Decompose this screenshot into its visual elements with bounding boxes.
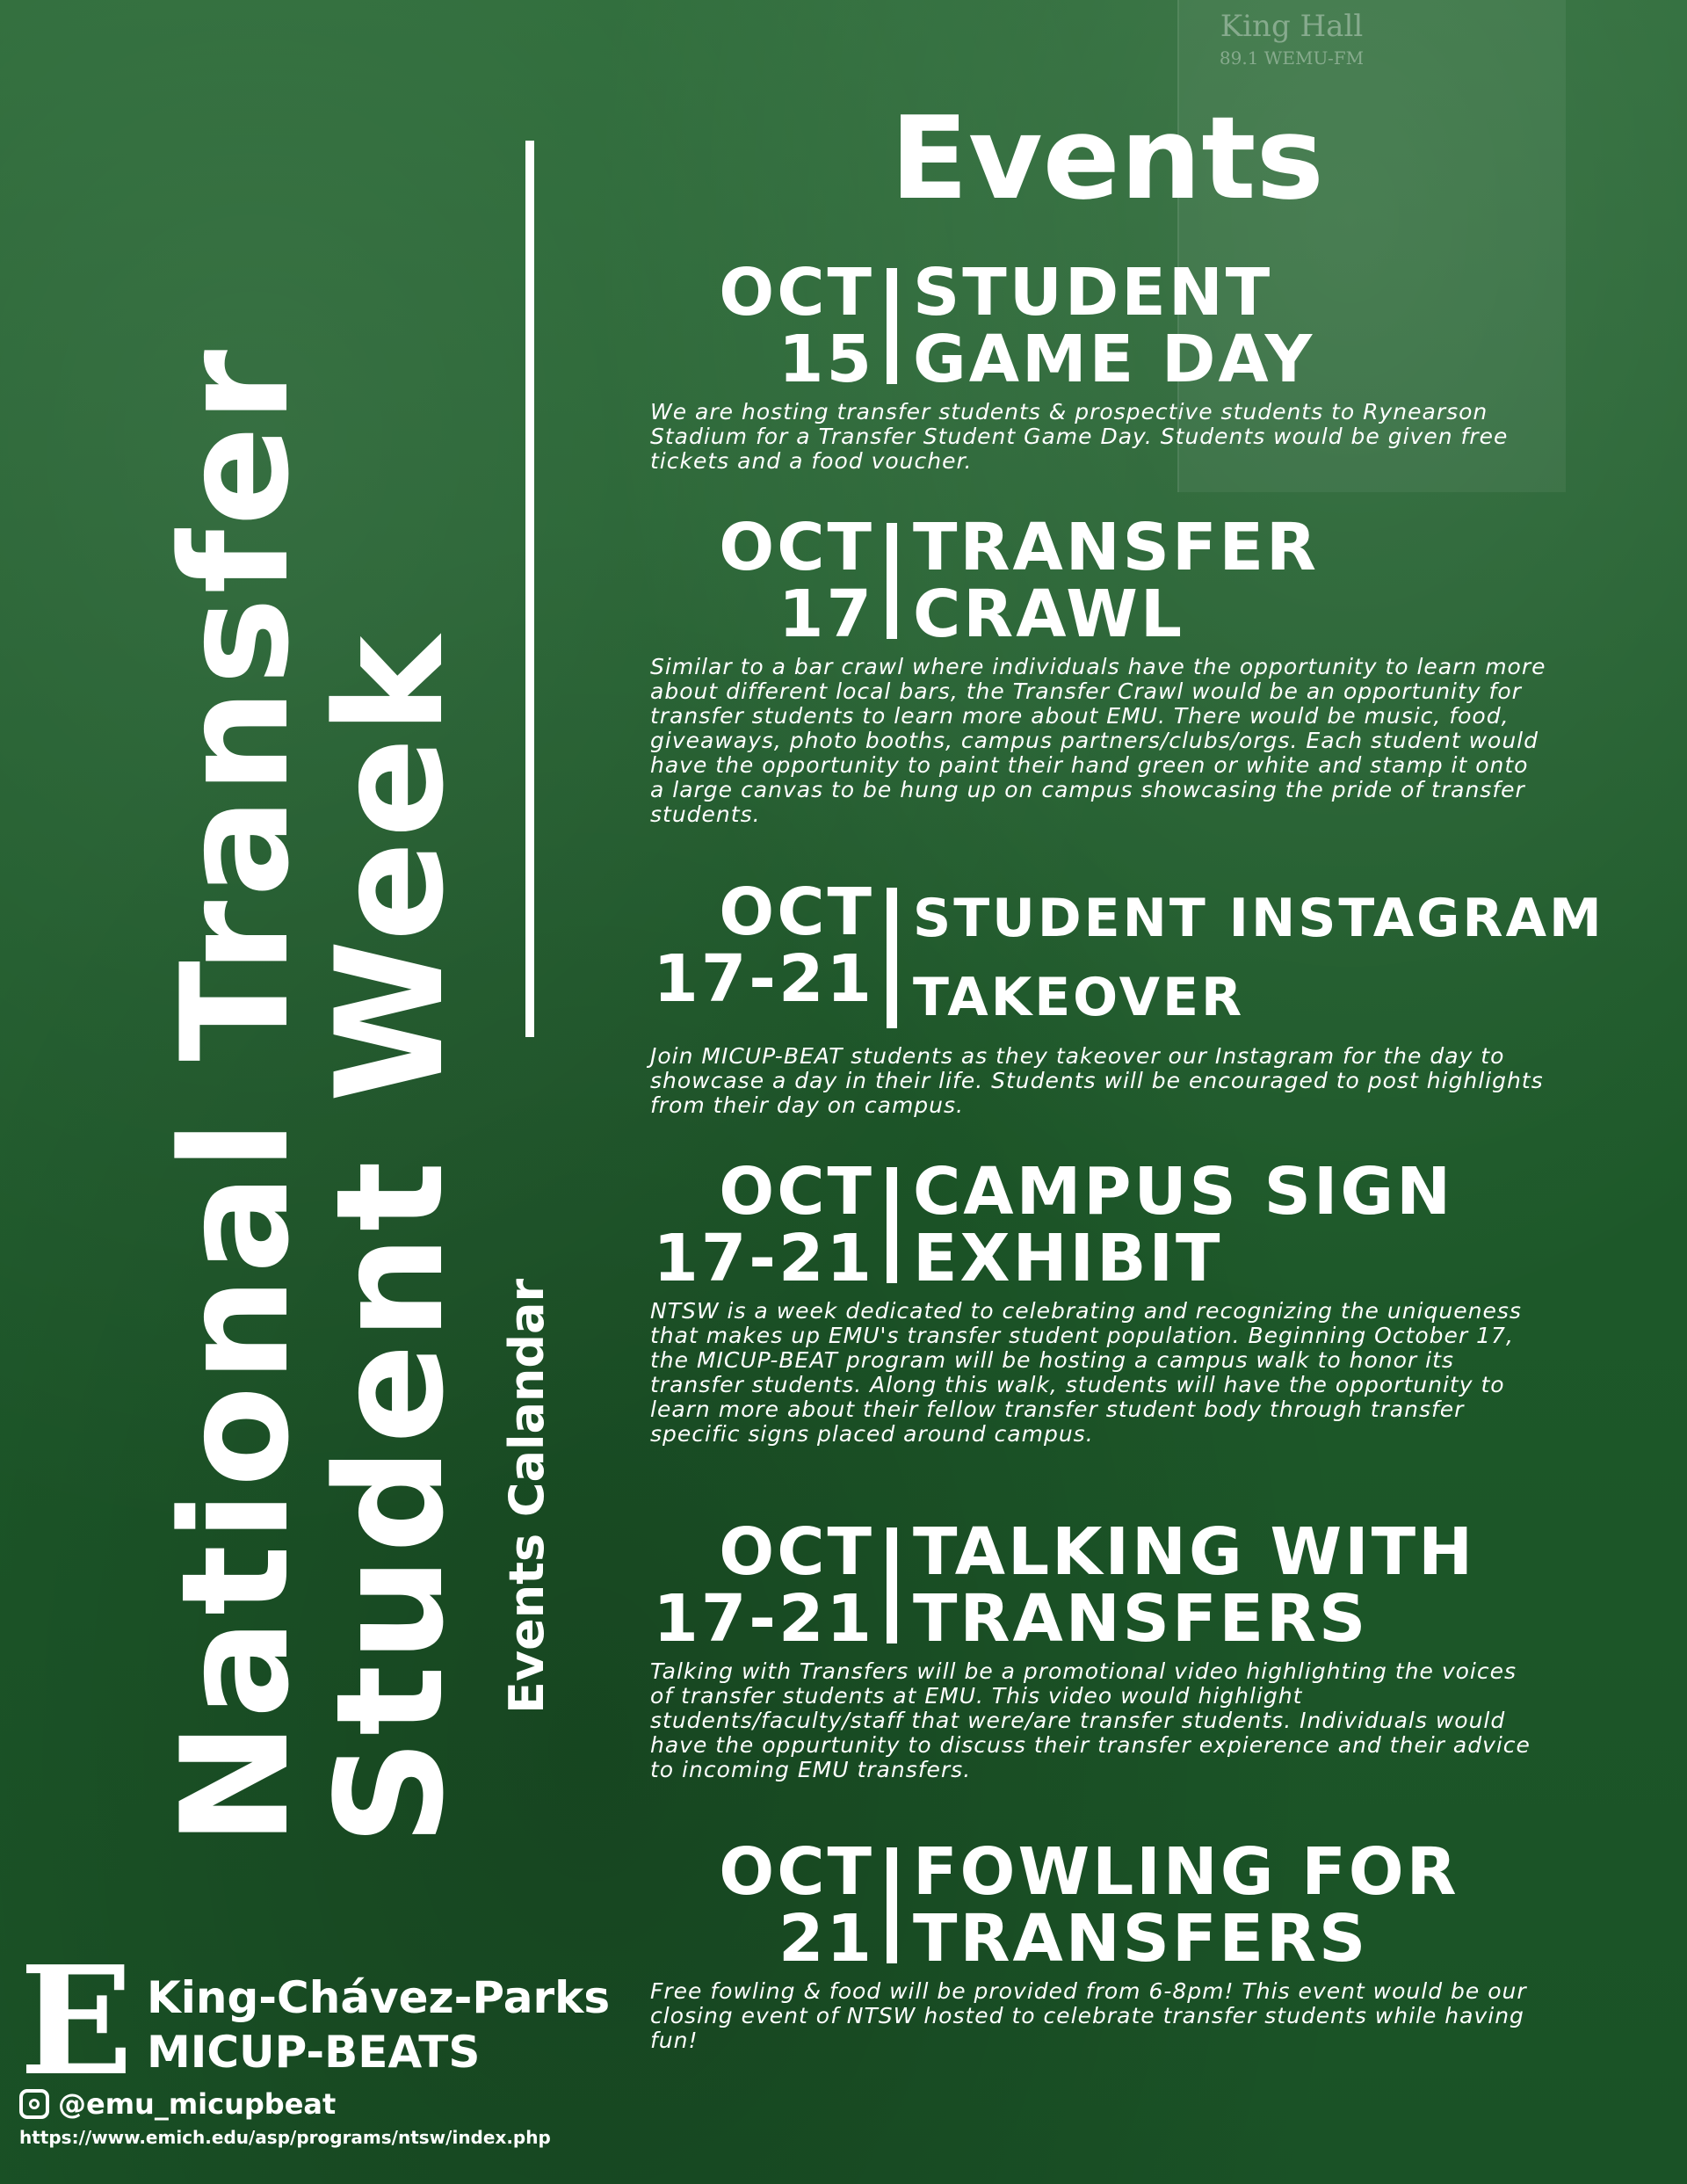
event-title: CAMPUS SIGN EXHIBIT — [897, 1158, 1453, 1292]
title-line-1: National Transfer — [149, 345, 322, 1846]
events-heading: Events — [890, 91, 1324, 225]
event-description: Talking with Transfers will be a promoti… — [650, 1658, 1531, 1782]
event-title-line-1: TRANSFER — [913, 510, 1320, 585]
instagram-link[interactable]: @emu_micupbeat — [19, 2087, 336, 2121]
sign-line-2: 89.1 WEMU-FM — [1219, 47, 1365, 69]
title-line-2: Student Week — [304, 632, 476, 1846]
event-title-line-2: EXHIBIT — [913, 1221, 1223, 1296]
event-day: 17-21 — [653, 1221, 874, 1296]
event-title: STUDENT INSTAGRAM TAKEOVER — [897, 879, 1604, 1037]
king-hall-sign: King Hall 89.1 WEMU-FM — [1177, 9, 1406, 69]
vertical-divider — [525, 141, 534, 1037]
event-campus-sign-exhibit: OCT 17-21 CAMPUS SIGN EXHIBIT NTSW is a … — [650, 1158, 1661, 1447]
sign-line-1: King Hall — [1220, 9, 1364, 44]
event-divider — [887, 523, 897, 639]
event-transfer-crawl: OCT 17 TRANSFER CRAWL Similar to a bar c… — [650, 514, 1661, 827]
event-day: 17-21 — [653, 1581, 874, 1657]
org-name: King-Chávez-Parks MICUP-BEATS — [147, 1970, 610, 2079]
event-month: OCT — [719, 1834, 874, 1910]
event-month: OCT — [719, 1154, 874, 1230]
emu-logo: E — [19, 1934, 134, 2109]
event-title-line-2: TRANSFERS — [913, 1581, 1369, 1657]
event-instagram-takeover: OCT 17-21 STUDENT INSTAGRAM TAKEOVER Joi… — [650, 879, 1661, 1118]
event-title-line-2: TRANSFERS — [913, 1901, 1369, 1977]
event-month: OCT — [719, 255, 874, 330]
event-day: 15 — [778, 322, 874, 397]
event-title-line-1: STUDENT INSTAGRAM — [913, 888, 1604, 949]
event-day: 17-21 — [653, 941, 874, 1017]
vertical-title: National Transfer Student Week — [149, 158, 476, 1846]
website-url[interactable]: https://www.emich.edu/asp/programs/ntsw/… — [19, 2127, 551, 2148]
event-title-line-1: CAMPUS SIGN — [913, 1154, 1454, 1230]
event-fowling-for-transfers: OCT 21 FOWLING FOR TRANSFERS Free fowlin… — [650, 1839, 1661, 2053]
org-line-2: MICUP-BEATS — [147, 2027, 481, 2078]
event-date: OCT 17-21 — [650, 1158, 887, 1292]
event-talking-with-transfers: OCT 17-21 TALKING WITH TRANSFERS Talking… — [650, 1519, 1661, 1782]
org-line-1: King-Chávez-Parks — [147, 1972, 611, 2023]
event-title-line-2: GAME DAY — [913, 322, 1315, 397]
event-title-line-1: STUDENT — [913, 255, 1273, 330]
event-title-line-1: FOWLING FOR — [913, 1834, 1459, 1910]
event-date: OCT 21 — [650, 1839, 887, 1972]
event-title: TRANSFER CRAWL — [897, 514, 1319, 648]
event-title-line-2: CRAWL — [913, 577, 1185, 652]
event-title-line-1: TALKING WITH — [913, 1514, 1476, 1590]
event-divider — [887, 1847, 897, 1963]
event-month: OCT — [719, 1514, 874, 1590]
event-divider — [887, 1167, 897, 1283]
event-title: FOWLING FOR TRANSFERS — [897, 1839, 1459, 1972]
event-divider — [887, 888, 897, 1028]
vertical-subtitle: Events Calandar — [492, 1099, 562, 1714]
instagram-handle: @emu_micupbeat — [58, 2087, 337, 2121]
event-day: 17 — [778, 577, 874, 652]
event-divider — [887, 268, 897, 384]
event-title-line-2: TAKEOVER — [913, 967, 1245, 1028]
event-date: OCT 17-21 — [650, 879, 887, 1037]
event-description: NTSW is a week dedicated to celebrating … — [650, 1298, 1522, 1447]
event-description: Free fowling & food will be provided fro… — [650, 1978, 1527, 2053]
event-date: OCT 17-21 — [650, 1519, 887, 1652]
event-description: We are hosting transfer students & prosp… — [650, 399, 1509, 474]
event-divider — [887, 1527, 897, 1643]
event-date: OCT 17 — [650, 514, 887, 648]
event-month: OCT — [719, 510, 874, 585]
event-title: TALKING WITH TRANSFERS — [897, 1519, 1475, 1652]
subtitle-text: Events Calandar — [499, 1278, 554, 1714]
event-day: 21 — [778, 1901, 874, 1977]
event-title: STUDENT GAME DAY — [897, 259, 1314, 393]
instagram-icon — [19, 2089, 49, 2119]
event-student-game-day: OCT 15 STUDENT GAME DAY We are hosting t… — [650, 259, 1661, 474]
event-description: Similar to a bar crawl where individuals… — [650, 654, 1546, 827]
event-date: OCT 15 — [650, 259, 887, 393]
event-month: OCT — [719, 874, 874, 950]
event-description: Join MICUP-BEAT students as they takeove… — [650, 1043, 1544, 1118]
